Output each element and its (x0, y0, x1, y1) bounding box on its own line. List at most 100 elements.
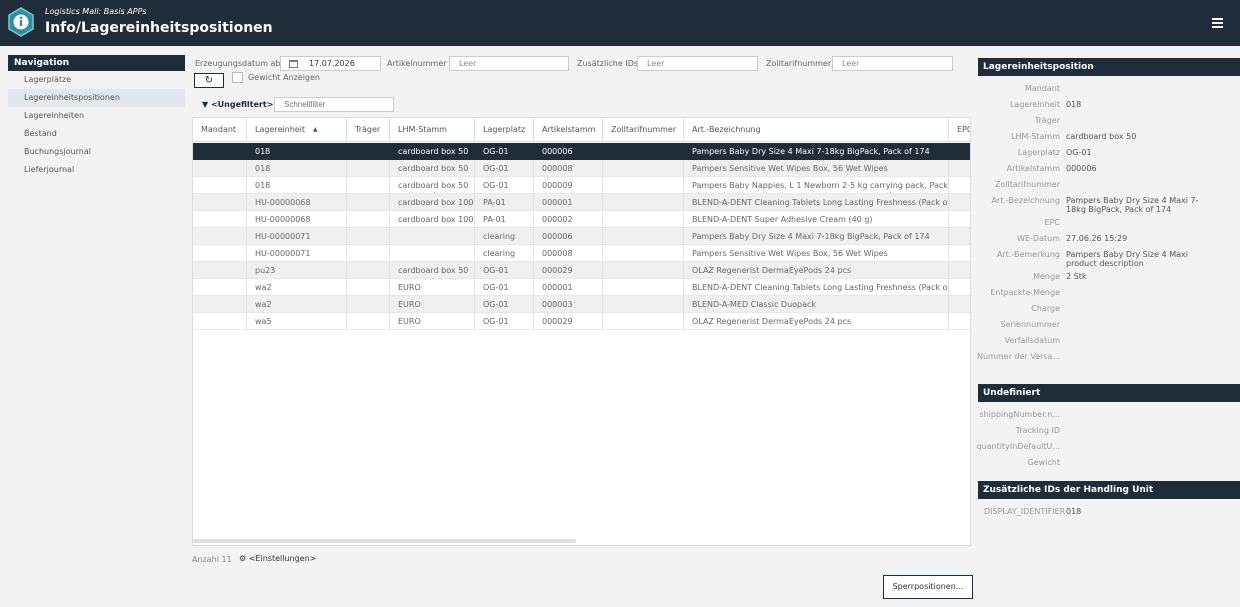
column-header-lagereinheit[interactable]: Lagereinheit ▲ (247, 118, 347, 142)
settings-link[interactable]: ⚙ <Einstellungen> (239, 554, 316, 563)
table-cell (603, 296, 684, 313)
table-cell: 018 (247, 143, 347, 160)
unfiltered-link[interactable]: ▼ <Ungefiltert> (202, 100, 273, 109)
nav-item-lagereinheiten[interactable]: Lagereinheiten (8, 107, 185, 125)
column-header-artikelstamm[interactable]: Artikelstamm (534, 118, 603, 142)
detail-field-row: Menge 2 Stk (978, 268, 1240, 284)
column-header-lagerplatz[interactable]: Lagerplatz (475, 118, 534, 142)
table-cell (193, 279, 247, 296)
detail-field-row: Tracking ID (978, 422, 1240, 438)
table-cell (347, 228, 390, 245)
horizontal-scrollbar[interactable] (193, 539, 576, 543)
table-row[interactable]: HU-00000068 cardboard box 100 PA-01 000002 B… (193, 211, 970, 228)
table-cell (603, 177, 684, 194)
table-cell: 018 (247, 160, 347, 177)
table-cell: OG-01 (475, 313, 534, 330)
detail-field-value (1066, 284, 1216, 288)
table-cell: 000001 (534, 194, 603, 211)
table-row[interactable]: wa2 EURO OG-01 000003 BLEND-A-MED Classic Du… (193, 296, 970, 313)
table-cell: PA-01 (475, 194, 534, 211)
table-cell: HU-00000071 (247, 228, 347, 245)
nav-item-lagereinheitspositionen[interactable]: Lagereinheitspositionen (8, 89, 185, 107)
table-cell (949, 313, 970, 330)
tariff-filter-input[interactable]: Leer (832, 56, 953, 71)
detail-field-row: shippingNumber.n... (978, 406, 1240, 422)
weight-checkbox[interactable] (232, 72, 243, 83)
table-cell (193, 143, 247, 160)
nav-item-buchungsjournal[interactable]: Buchungsjournal (8, 143, 185, 161)
table-cell: Pampers Sensitive Wet Wipes Box, 56 Wet … (684, 245, 949, 262)
detail-field-label: Träger (1034, 116, 1060, 125)
detail-field-value: 018 (1066, 100, 1082, 109)
detail-field-label: DISPLAY_IDENTIFIER (984, 507, 1066, 516)
table-cell: clearing (475, 228, 534, 245)
table-cell (949, 262, 970, 279)
table-cell: OG-01 (475, 296, 534, 313)
table-row[interactable]: 018 cardboard box 50 OG-01 000006 Pampers Ba… (193, 143, 970, 160)
table-cell (603, 143, 684, 160)
detail-field-row: EPC (978, 214, 1240, 230)
article-filter-input[interactable]: Leer (449, 56, 569, 71)
table-cell (603, 245, 684, 262)
table-row[interactable]: 018 cardboard box 50 OG-01 000009 Pampers Ba… (193, 177, 970, 194)
column-header-lhm-stamm[interactable]: LHM-Stamm (390, 118, 475, 142)
detail-field-value (1066, 438, 1216, 442)
table-cell: HU-00000068 (247, 211, 347, 228)
table-cell (193, 177, 247, 194)
calendar-icon[interactable] (289, 60, 298, 68)
refresh-button[interactable]: ↻ (194, 73, 224, 88)
hamburger-menu-icon[interactable] (1212, 18, 1223, 28)
table-row[interactable]: wa2 EURO OG-01 000001 BLEND-A-DENT Cleaning … (193, 279, 970, 296)
table-cell: cardboard box 50 (390, 143, 475, 160)
table-cell: Pampers Baby Nappies, L 1 Newborn 2-5 kg… (684, 177, 949, 194)
nav-item-lieferjournal[interactable]: Lieferjournal (8, 161, 185, 179)
page-title: Info/Lagereinheitspositionen (45, 20, 273, 36)
column-header-epc[interactable]: EPC (949, 118, 970, 142)
detail-field-value (1066, 454, 1216, 458)
settings-label: <Einstellungen> (248, 554, 317, 563)
table-row[interactable]: HU-00000071 clearing 000006 Pampers Baby Dr… (193, 228, 970, 245)
table-cell (347, 313, 390, 330)
funnel-icon: ▼ (202, 100, 209, 109)
table-row[interactable]: pu23 cardboard box 50 OG-01 000029 OLAZ Rege… (193, 262, 970, 279)
table-cell: cardboard box 50 (390, 177, 475, 194)
table-row[interactable]: 018 cardboard box 50 OG-01 000008 Pampers Se… (193, 160, 970, 177)
lock-positions-button[interactable]: Sperrpositionen... (883, 575, 973, 599)
detail-field-label: EPC (1044, 218, 1060, 227)
detail-field-row: Art.-Bemerkung Pampers Baby Dry Size 4 Ma… (978, 246, 1240, 268)
detail-field-label: Artikelstamm (1006, 164, 1060, 173)
table-cell (603, 160, 684, 177)
table-cell: EURO (390, 313, 475, 330)
detail-field-row: LHM-Stamm cardboard box 50 (978, 128, 1240, 144)
column-header-zolltarifnummer[interactable]: Zolltarifnummer (603, 118, 684, 142)
table-row[interactable]: HU-00000071 clearing 000008 Pampers Sensiti… (193, 245, 970, 262)
table-cell: BLEND-A-MED Classic Duopack (684, 296, 949, 313)
column-header-art-bezeichnung[interactable]: Art.-Bezeichnung (684, 118, 949, 142)
detail-field-label: shippingNumber.n... (979, 410, 1060, 419)
table-cell: EURO (390, 296, 475, 313)
table-cell (949, 160, 970, 177)
ids-filter-input[interactable]: Leer (637, 56, 758, 71)
quick-filter-input[interactable] (274, 97, 394, 112)
table-cell: BLEND-A-DENT Super Adhesive Cream (40 g) (684, 211, 949, 228)
undefined-panel-heading: Undefiniert (978, 384, 1240, 402)
nav-item-bestand[interactable]: Bestand (8, 125, 185, 143)
detail-field-label: Verfallsdatum (1004, 336, 1060, 345)
table-row[interactable]: wa5 EURO OG-01 000029 OLAZ Regenerist DermaE… (193, 313, 970, 330)
extra-ids-panel-heading: Zusätzliche IDs der Handling Unit (978, 481, 1240, 499)
table-cell: OG-01 (475, 160, 534, 177)
column-header-mandant[interactable]: Mandant (193, 118, 247, 142)
date-filter-input[interactable]: 17.07.2026 (280, 56, 381, 71)
table-cell (603, 313, 684, 330)
table-cell (347, 177, 390, 194)
table-cell (603, 194, 684, 211)
detail-field-row: Art.-Bezeichnung Pampers Baby Dry Size 4 … (978, 192, 1240, 214)
detail-field-label: Lagereinheit (1009, 100, 1060, 109)
date-filter-label: Erzeugungsdatum ab (195, 59, 281, 68)
table-row[interactable]: HU-00000068 cardboard box 100 PA-01 000001 B… (193, 194, 970, 211)
nav-item-lagerplaetze[interactable]: Lagerplätze (8, 71, 185, 89)
column-header-traeger[interactable]: Träger (347, 118, 390, 142)
table-cell (347, 262, 390, 279)
table-cell: 000029 (534, 313, 603, 330)
table-cell: OG-01 (475, 262, 534, 279)
